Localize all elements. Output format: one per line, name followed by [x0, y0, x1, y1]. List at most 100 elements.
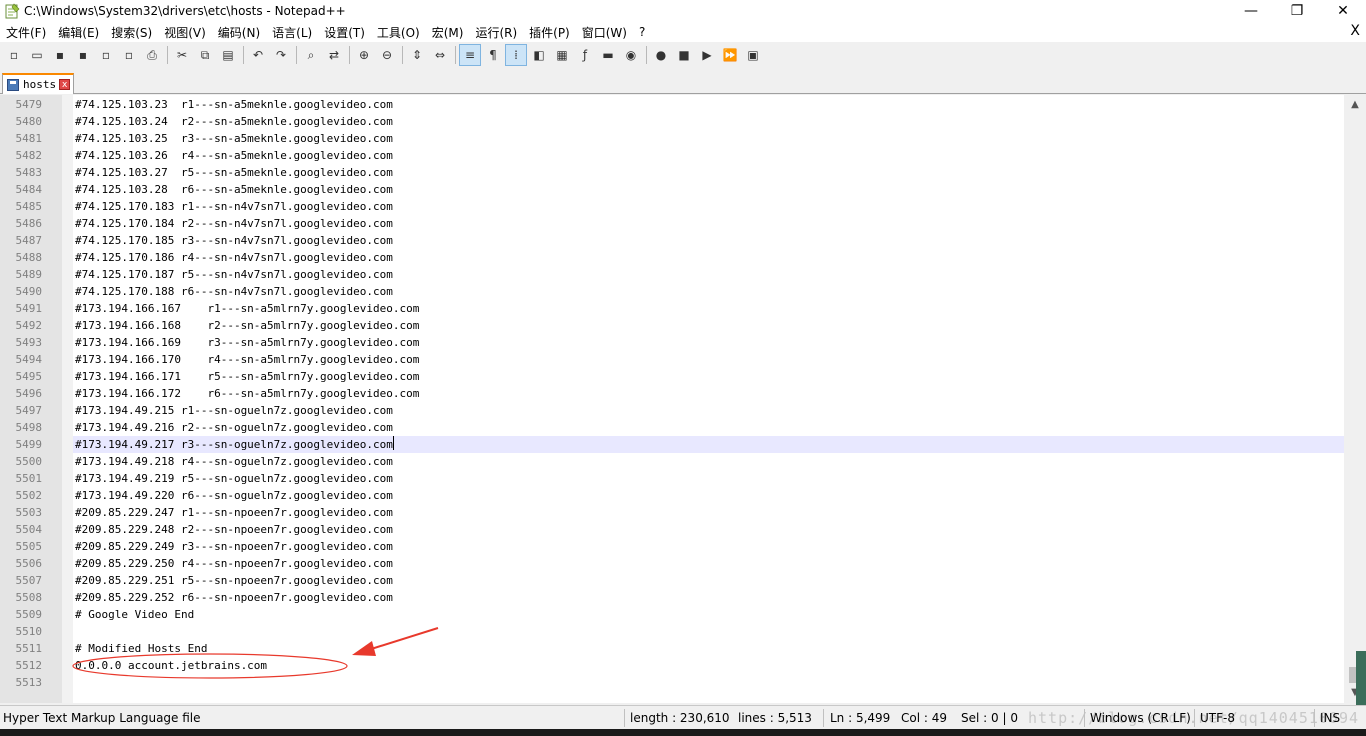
save-all-icon[interactable]: ▪: [73, 45, 93, 65]
editor-line[interactable]: 5492 #173.194.166.168 r2---sn-a5mlrn7y.go…: [0, 317, 1344, 334]
line-text[interactable]: #173.194.49.217 r3---sn-ogueln7z.googlev…: [75, 436, 394, 453]
status-encoding[interactable]: UTF-8: [1200, 706, 1235, 730]
editor-line[interactable]: 5507 #209.85.229.251 r5---sn-npoeen7r.goo…: [0, 572, 1344, 589]
editor-line[interactable]: 5508 #209.85.229.252 r6---sn-npoeen7r.goo…: [0, 589, 1344, 606]
editor-line[interactable]: 5505 #209.85.229.249 r3---sn-npoeen7r.goo…: [0, 538, 1344, 555]
zoom-out-icon[interactable]: ⊖: [377, 45, 397, 65]
new-file-icon[interactable]: ▫: [4, 45, 24, 65]
copy-icon[interactable]: ⧉: [195, 45, 215, 65]
editor-line[interactable]: 5480 #74.125.103.24 r2---sn-a5meknle.goog…: [0, 113, 1344, 130]
line-text[interactable]: #209.85.229.250 r4---sn-npoeen7r.googlev…: [75, 555, 393, 572]
line-text[interactable]: #74.125.103.26 r4---sn-a5meknle.googlevi…: [75, 147, 393, 164]
sync-horizontal-icon[interactable]: ⇔: [430, 45, 450, 65]
monitoring-icon[interactable]: ◉: [621, 45, 641, 65]
editor-line[interactable]: 5495 #173.194.166.171 r5---sn-a5mlrn7y.go…: [0, 368, 1344, 385]
line-text[interactable]: #74.125.103.24 r2---sn-a5meknle.googlevi…: [75, 113, 393, 130]
play-macro-icon[interactable]: ▶: [697, 45, 717, 65]
scroll-up-arrow-icon[interactable]: ▲: [1349, 99, 1361, 111]
menu-item[interactable]: 视图(V): [158, 24, 212, 41]
editor-line[interactable]: 5482 #74.125.103.26 r4---sn-a5meknle.goog…: [0, 147, 1344, 164]
line-text[interactable]: #74.125.103.27 r5---sn-a5meknle.googlevi…: [75, 164, 393, 181]
editor-line[interactable]: 5487 #74.125.170.185 r3---sn-n4v7sn7l.goo…: [0, 232, 1344, 249]
tab-hosts[interactable]: hosts x: [2, 73, 74, 94]
line-text[interactable]: #173.194.166.168 r2---sn-a5mlrn7y.google…: [75, 317, 419, 334]
menu-item[interactable]: 编码(N): [212, 24, 266, 41]
editor-line[interactable]: 5479 #74.125.103.23 r1---sn-a5meknle.goog…: [0, 96, 1344, 113]
menu-item[interactable]: 插件(P): [523, 24, 576, 41]
save-macro-icon[interactable]: ▣: [743, 45, 763, 65]
zoom-in-icon[interactable]: ⊕: [354, 45, 374, 65]
print-icon[interactable]: ⎙: [142, 45, 162, 65]
line-text[interactable]: #173.194.49.218 r4---sn-ogueln7z.googlev…: [75, 453, 393, 470]
word-wrap-icon[interactable]: ≡: [459, 44, 481, 66]
editor-line[interactable]: 5504 #209.85.229.248 r2---sn-npoeen7r.goo…: [0, 521, 1344, 538]
editor-line[interactable]: 5512 0.0.0.0 account.jetbrains.com: [0, 657, 1344, 674]
doc-map-icon[interactable]: ▦: [552, 45, 572, 65]
editor-line[interactable]: 5491 #173.194.166.167 r1---sn-a5mlrn7y.go…: [0, 300, 1344, 317]
save-icon[interactable]: ▪: [50, 45, 70, 65]
line-text[interactable]: #173.194.49.220 r6---sn-ogueln7z.googlev…: [75, 487, 393, 504]
find-icon[interactable]: ⌕: [301, 45, 321, 65]
undo-icon[interactable]: ↶: [248, 45, 268, 65]
run-macro-multiple-icon[interactable]: ⏩: [720, 45, 740, 65]
close-all-icon[interactable]: ▫: [119, 45, 139, 65]
close-window-button[interactable]: ✕: [1320, 0, 1366, 22]
line-text[interactable]: #209.85.229.248 r2---sn-npoeen7r.googlev…: [75, 521, 393, 538]
line-text[interactable]: #173.194.166.170 r4---sn-a5mlrn7y.google…: [75, 351, 419, 368]
line-text[interactable]: #74.125.170.183 r1---sn-n4v7sn7l.googlev…: [75, 198, 393, 215]
editor-line[interactable]: 5500 #173.194.49.218 r4---sn-ogueln7z.goo…: [0, 453, 1344, 470]
line-text[interactable]: #74.125.170.185 r3---sn-n4v7sn7l.googlev…: [75, 232, 393, 249]
minimize-button[interactable]: —: [1228, 0, 1274, 22]
stop-macro-icon[interactable]: ■: [674, 45, 694, 65]
editor-line[interactable]: 5506 #209.85.229.250 r4---sn-npoeen7r.goo…: [0, 555, 1344, 572]
user-language-icon[interactable]: ◧: [529, 45, 549, 65]
function-list-icon[interactable]: ƒ: [575, 45, 595, 65]
show-all-chars-icon[interactable]: ¶: [483, 45, 503, 65]
editor-line[interactable]: 5486 #74.125.170.184 r2---sn-n4v7sn7l.goo…: [0, 215, 1344, 232]
menu-item[interactable]: 窗口(W): [576, 24, 633, 41]
line-text[interactable]: #74.125.170.188 r6---sn-n4v7sn7l.googlev…: [75, 283, 393, 300]
line-text[interactable]: #173.194.166.169 r3---sn-a5mlrn7y.google…: [75, 334, 419, 351]
close-document-button[interactable]: X: [1350, 23, 1360, 39]
editor-area[interactable]: 5479 #74.125.103.23 r1---sn-a5meknle.goog…: [0, 95, 1366, 711]
line-text[interactable]: #173.194.49.219 r5---sn-ogueln7z.googlev…: [75, 470, 393, 487]
editor-line[interactable]: 5503 #209.85.229.247 r1---sn-npoeen7r.goo…: [0, 504, 1344, 521]
status-eol[interactable]: Windows (CR LF): [1090, 706, 1191, 730]
menu-item[interactable]: 语言(L): [266, 24, 318, 41]
menu-item[interactable]: 文件(F): [0, 24, 52, 41]
editor-line[interactable]: 5494 #173.194.166.170 r4---sn-a5mlrn7y.go…: [0, 351, 1344, 368]
close-file-icon[interactable]: ▫: [96, 45, 116, 65]
editor-line[interactable]: 5484 #74.125.103.28 r6---sn-a5meknle.goog…: [0, 181, 1344, 198]
record-macro-icon[interactable]: ●: [651, 45, 671, 65]
maximize-button[interactable]: ❐: [1274, 0, 1320, 22]
editor-line[interactable]: 5485 #74.125.170.183 r1---sn-n4v7sn7l.goo…: [0, 198, 1344, 215]
menu-item[interactable]: 运行(R): [469, 24, 523, 41]
line-text[interactable]: #74.125.170.184 r2---sn-n4v7sn7l.googlev…: [75, 215, 393, 232]
editor-line[interactable]: 5501 #173.194.49.219 r5---sn-ogueln7z.goo…: [0, 470, 1344, 487]
line-text[interactable]: #74.125.103.25 r3---sn-a5meknle.googlevi…: [75, 130, 393, 147]
editor-line[interactable]: 5496 #173.194.166.172 r6---sn-a5mlrn7y.go…: [0, 385, 1344, 402]
editor-line[interactable]: 5497 #173.194.49.215 r1---sn-ogueln7z.goo…: [0, 402, 1344, 419]
line-text[interactable]: #173.194.166.167 r1---sn-a5mlrn7y.google…: [75, 300, 419, 317]
editor-line[interactable]: 5498 #173.194.49.216 r2---sn-ogueln7z.goo…: [0, 419, 1344, 436]
paste-icon[interactable]: ▤: [218, 45, 238, 65]
menu-item[interactable]: 编辑(E): [52, 24, 105, 41]
redo-icon[interactable]: ↷: [271, 45, 291, 65]
editor-line[interactable]: 5511 # Modified Hosts End: [0, 640, 1344, 657]
editor-line[interactable]: 5493 #173.194.166.169 r3---sn-a5mlrn7y.go…: [0, 334, 1344, 351]
line-text[interactable]: #209.85.229.247 r1---sn-npoeen7r.googlev…: [75, 504, 393, 521]
editor-line[interactable]: 5489 #74.125.170.187 r5---sn-n4v7sn7l.goo…: [0, 266, 1344, 283]
line-text[interactable]: #173.194.166.171 r5---sn-a5mlrn7y.google…: [75, 368, 419, 385]
editor-line[interactable]: 5502 #173.194.49.220 r6---sn-ogueln7z.goo…: [0, 487, 1344, 504]
menu-item[interactable]: 设置(T): [318, 24, 371, 41]
menu-item[interactable]: 搜索(S): [105, 24, 158, 41]
editor-line[interactable]: 5481 #74.125.103.25 r3---sn-a5meknle.goog…: [0, 130, 1344, 147]
line-text[interactable]: # Google Video End: [75, 606, 194, 623]
line-text[interactable]: #173.194.166.172 r6---sn-a5mlrn7y.google…: [75, 385, 419, 402]
editor-line[interactable]: 5488 #74.125.170.186 r4---sn-n4v7sn7l.goo…: [0, 249, 1344, 266]
cut-icon[interactable]: ✂: [172, 45, 192, 65]
replace-icon[interactable]: ⇄: [324, 45, 344, 65]
line-text[interactable]: #74.125.103.23 r1---sn-a5meknle.googlevi…: [75, 96, 393, 113]
menu-item[interactable]: 工具(O): [371, 24, 426, 41]
line-text[interactable]: #173.194.49.215 r1---sn-ogueln7z.googlev…: [75, 402, 393, 419]
